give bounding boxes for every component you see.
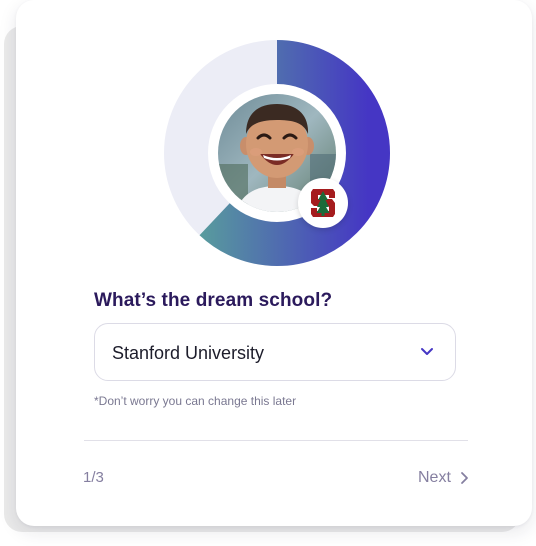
onboarding-card: What’s the dream school? Stanford Univer… (16, 0, 532, 526)
question-heading: What’s the dream school? (94, 290, 333, 311)
next-button[interactable]: Next (418, 467, 469, 489)
stanford-logo-icon (298, 178, 348, 228)
stage: What’s the dream school? Stanford Univer… (0, 0, 536, 546)
school-select[interactable]: Stanford University (94, 323, 456, 381)
chevron-right-icon (461, 472, 468, 484)
footer-divider (84, 440, 468, 441)
step-indicator: 1/3 (83, 469, 104, 486)
school-select-value: Stanford University (112, 343, 265, 363)
progress-ring (164, 40, 390, 266)
next-button-label: Next (418, 469, 451, 486)
change-later-hint: *Don’t worry you can change this later (94, 394, 297, 408)
stanford-logo-svg (311, 189, 335, 217)
chevron-down-icon (421, 348, 433, 355)
